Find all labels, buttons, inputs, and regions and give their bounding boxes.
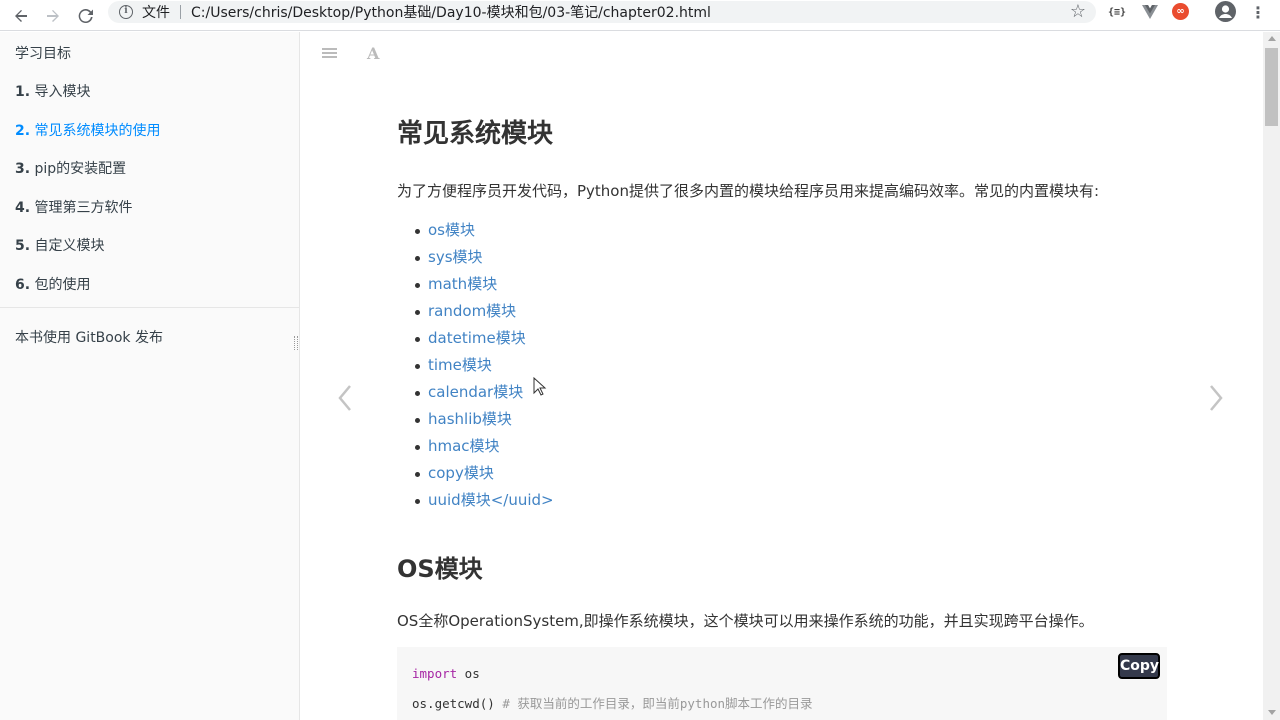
sidebar-item-packages[interactable]: 6. 包的使用: [15, 274, 91, 294]
sidebar-item-label: 学习目标: [15, 46, 71, 62]
sidebar-item-number: 3.: [15, 161, 31, 177]
module-link[interactable]: time模块: [428, 356, 492, 374]
omnibox-separator: [180, 5, 181, 19]
list-item: uuid模块</uuid>: [410, 489, 554, 516]
module-link[interactable]: sys模块: [428, 248, 483, 266]
code-text: os.getcwd(): [412, 696, 495, 711]
reload-icon: [78, 8, 93, 23]
code-keyword: import: [412, 666, 458, 681]
back-button[interactable]: [5, 0, 37, 31]
list-item: sys模块: [410, 246, 554, 273]
sidebar-divider: [0, 307, 299, 308]
forward-button[interactable]: [37, 0, 69, 31]
browser-menu-icon[interactable]: ⋮: [1250, 3, 1266, 22]
list-item: datetime模块: [410, 327, 554, 354]
next-page-arrow-icon[interactable]: [1208, 384, 1224, 420]
list-item: hmac模块: [410, 435, 554, 462]
list-item: os模块: [410, 219, 554, 246]
module-link[interactable]: math模块: [428, 275, 497, 293]
book-summary-sidebar: 学习目标 1. 导入模块 2. 常见系统模块的使用 3. pip的安装配置 4.…: [0, 32, 300, 720]
mouse-cursor-icon: [533, 377, 547, 396]
module-link[interactable]: hashlib模块: [428, 410, 512, 428]
sidebar-item-number: 1.: [15, 84, 31, 100]
module-link[interactable]: hmac模块: [428, 437, 500, 455]
sidebar-footer-gitbook-link[interactable]: 本书使用 GitBook 发布: [15, 327, 163, 347]
scrollbar-thumb[interactable]: [1265, 48, 1278, 126]
sidebar-item-third-party[interactable]: 4. 管理第三方软件: [15, 197, 133, 217]
list-item: random模块: [410, 300, 554, 327]
sidebar-item-number: 5.: [15, 238, 31, 254]
sidebar-item-label: 导入模块: [34, 84, 91, 100]
sidebar-item-label: 管理第三方软件: [34, 200, 133, 216]
scroll-down-arrow-icon[interactable]: [1268, 710, 1276, 715]
sidebar-item-label: pip的安装配置: [34, 161, 127, 177]
json-viewer-extension-icon[interactable]: {≡}: [1108, 3, 1126, 21]
scroll-up-arrow-icon[interactable]: [1268, 36, 1276, 41]
module-link[interactable]: os模块: [428, 221, 475, 239]
list-item: math模块: [410, 273, 554, 300]
bookmark-star-icon[interactable]: ☆: [1070, 1, 1086, 22]
vue-devtools-extension-icon[interactable]: [1141, 3, 1159, 21]
code-text: os: [457, 666, 480, 681]
sidebar-item-system-modules[interactable]: 2. 常见系统模块的使用: [15, 120, 161, 140]
sidebar-item-label: 自定义模块: [34, 238, 105, 254]
address-bar[interactable]: i 文件 C:/Users/chris/Desktop/Python基础/Day…: [108, 1, 1096, 23]
section-paragraph: OS全称OperationSystem,即操作系统模块，这个模块可以用来操作系统…: [397, 612, 1094, 630]
font-settings-icon[interactable]: A: [367, 44, 379, 63]
sidebar-item-custom-modules[interactable]: 5. 自定义模块: [15, 235, 105, 255]
sidebar-item-import-modules[interactable]: 1. 导入模块: [15, 81, 91, 101]
sidebar-item-number: 6.: [15, 277, 31, 293]
code-line: import os: [412, 666, 480, 681]
toggle-sidebar-icon[interactable]: [322, 48, 337, 60]
sidebar-item-number: 2.: [15, 123, 31, 139]
account-avatar-icon[interactable]: [1215, 1, 1236, 22]
reload-button[interactable]: [70, 0, 102, 31]
back-arrow-icon: [15, 9, 27, 22]
sidebar-item-label: 包的使用: [34, 277, 91, 293]
info-icon[interactable]: i: [119, 5, 133, 19]
module-link[interactable]: random模块: [428, 302, 516, 320]
page-title: 常见系统模块: [397, 119, 554, 149]
browser-toolbar: i 文件 C:/Users/chris/Desktop/Python基础/Day…: [0, 0, 1280, 31]
intro-paragraph: 为了方便程序员开发代码，Python提供了很多内置的模块给程序员用来提高编码效率…: [397, 182, 1100, 200]
url-text[interactable]: C:/Users/chris/Desktop/Python基础/Day10-模块…: [191, 2, 711, 22]
list-item: copy模块: [410, 462, 554, 489]
sidebar-resize-handle[interactable]: [294, 336, 298, 350]
list-item: hashlib模块: [410, 408, 554, 435]
scheme-label: 文件: [142, 5, 170, 21]
module-link[interactable]: copy模块: [428, 464, 494, 482]
sidebar-item-pip-setup[interactable]: 3. pip的安装配置: [15, 158, 126, 178]
sidebar-item-learning-goals[interactable]: 学习目标: [15, 43, 71, 63]
previous-page-arrow-icon[interactable]: [337, 384, 353, 420]
sidebar-item-label: 常见系统模块的使用: [34, 123, 161, 139]
module-link[interactable]: calendar模块: [428, 383, 523, 401]
module-list: os模块 sys模块 math模块 random模块 datetime模块 ti…: [410, 219, 554, 516]
code-line: os.getcwd() # 获取当前的工作目录，即当前python脚本工作的目录: [412, 693, 813, 712]
forward-arrow-icon: [47, 9, 59, 22]
module-link[interactable]: datetime模块: [428, 329, 526, 347]
vertical-scrollbar[interactable]: [1263, 32, 1280, 720]
module-link[interactable]: uuid模块</uuid>: [428, 491, 554, 509]
sidebar-item-number: 4.: [15, 200, 31, 216]
red-extension-icon[interactable]: ∞: [1172, 3, 1189, 20]
code-comment: # 获取当前的工作目录，即当前python脚本工作的目录: [494, 696, 813, 711]
copy-button[interactable]: Copy: [1118, 653, 1160, 679]
code-block[interactable]: import os os.getcwd() # 获取当前的工作目录，即当前pyt…: [397, 647, 1167, 720]
section-title: OS模块: [397, 555, 483, 583]
